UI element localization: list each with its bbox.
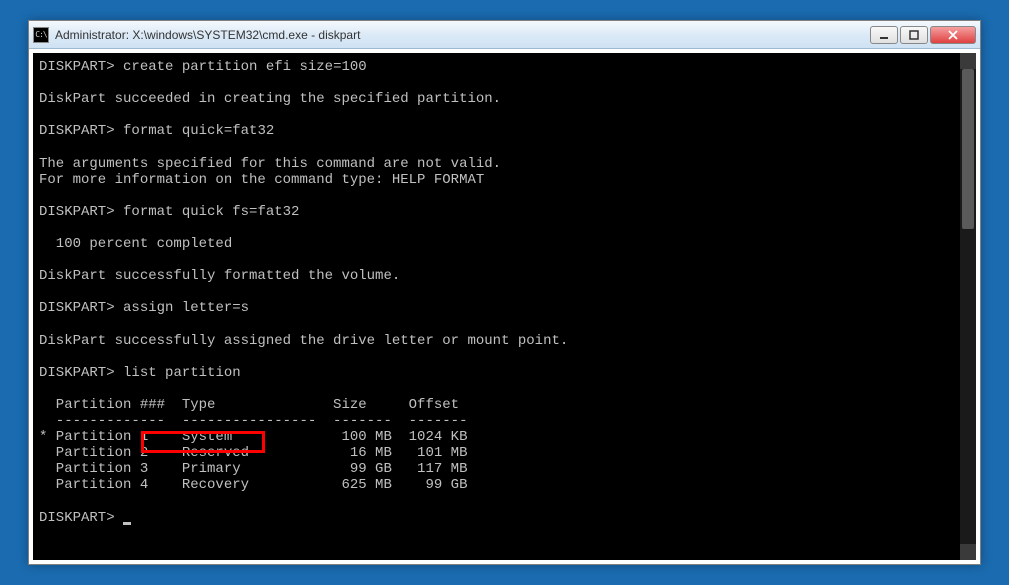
scroll-track[interactable] [960, 69, 976, 544]
output-line: DiskPart successfully formatted the volu… [39, 268, 400, 284]
minimize-button[interactable] [870, 26, 898, 44]
scrollbar[interactable] [960, 53, 976, 560]
minimize-icon [879, 30, 889, 40]
maximize-icon [909, 30, 919, 40]
cmd-window: C:\ Administrator: X:\windows\SYSTEM32\c… [28, 20, 981, 565]
terminal-area: DISKPART> create partition efi size=100 … [33, 53, 976, 560]
table-row: Partition 2 Reserved 16 MB 101 MB [39, 445, 467, 461]
cmd-text: assign letter=s [123, 300, 249, 316]
output-line: The arguments specified for this command… [39, 156, 501, 172]
cmd-text: format quick=fat32 [123, 123, 274, 139]
cmd-text: create partition efi size=100 [123, 59, 367, 75]
cmd-text: format quick fs=fat32 [123, 204, 299, 220]
titlebar[interactable]: C:\ Administrator: X:\windows\SYSTEM32\c… [29, 21, 980, 49]
output-line: For more information on the command type… [39, 172, 484, 188]
window-title: Administrator: X:\windows\SYSTEM32\cmd.e… [55, 28, 870, 42]
table-row: Partition 4 Recovery 625 MB 99 GB [39, 477, 467, 493]
close-icon [948, 30, 958, 40]
output-line: DiskPart succeeded in creating the speci… [39, 91, 501, 107]
table-header: Partition ### Type Size Offset [39, 397, 459, 413]
prompt: DISKPART> [39, 59, 115, 75]
prompt: DISKPART> [39, 510, 115, 526]
table-row: * Partition 1 System 100 MB 1024 KB [39, 429, 467, 445]
close-button[interactable] [930, 26, 976, 44]
prompt: DISKPART> [39, 365, 115, 381]
scroll-thumb[interactable] [962, 69, 974, 229]
scroll-down-button[interactable] [960, 544, 976, 560]
prompt: DISKPART> [39, 123, 115, 139]
maximize-button[interactable] [900, 26, 928, 44]
cmd-highlighted: list partition [123, 365, 241, 381]
table-row: Partition 3 Primary 99 GB 117 MB [39, 461, 467, 477]
window-controls [870, 26, 976, 44]
output-line: DiskPart successfully assigned the drive… [39, 333, 568, 349]
scroll-up-button[interactable] [960, 53, 976, 69]
cursor [123, 522, 131, 525]
terminal[interactable]: DISKPART> create partition efi size=100 … [33, 53, 960, 560]
prompt: DISKPART> [39, 300, 115, 316]
output-line: 100 percent completed [39, 236, 232, 252]
table-divider: ------------- ---------------- ------- -… [39, 413, 467, 429]
prompt: DISKPART> [39, 204, 115, 220]
cmd-icon: C:\ [33, 27, 49, 43]
